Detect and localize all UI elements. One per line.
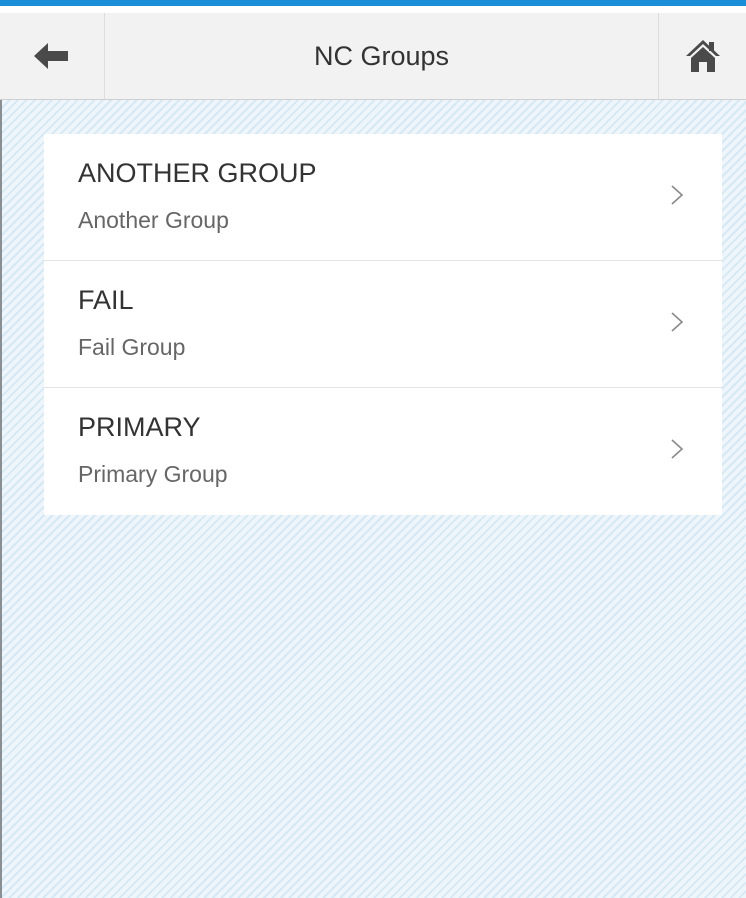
accent-line xyxy=(0,0,746,6)
group-name: PRIMARY xyxy=(78,412,201,442)
group-description: Primary Group xyxy=(78,461,228,487)
back-button[interactable] xyxy=(0,13,105,99)
list-item[interactable]: FAIL Fail Group xyxy=(44,261,722,388)
chevron-right-icon xyxy=(671,439,684,459)
home-icon xyxy=(685,40,720,72)
page-title: NC Groups xyxy=(313,41,450,71)
chevron-right-icon xyxy=(671,185,684,205)
app-window: NC Groups ANOTHER GROUP Another Group FA… xyxy=(0,0,746,898)
group-name: ANOTHER GROUP xyxy=(78,158,317,188)
list-item[interactable]: PRIMARY Primary Group xyxy=(44,388,722,515)
group-name: FAIL xyxy=(78,285,134,315)
header-bar: NC Groups xyxy=(0,13,746,100)
top-accent-bar xyxy=(0,0,746,13)
content-area: ANOTHER GROUP Another Group FAIL Fail Gr… xyxy=(0,100,746,898)
arrow-left-icon xyxy=(34,43,68,69)
group-list: ANOTHER GROUP Another Group FAIL Fail Gr… xyxy=(44,134,722,515)
home-button[interactable] xyxy=(658,13,746,99)
group-description: Fail Group xyxy=(78,334,186,360)
chevron-right-icon xyxy=(671,312,684,332)
list-item[interactable]: ANOTHER GROUP Another Group xyxy=(44,134,722,261)
group-description: Another Group xyxy=(78,207,229,233)
